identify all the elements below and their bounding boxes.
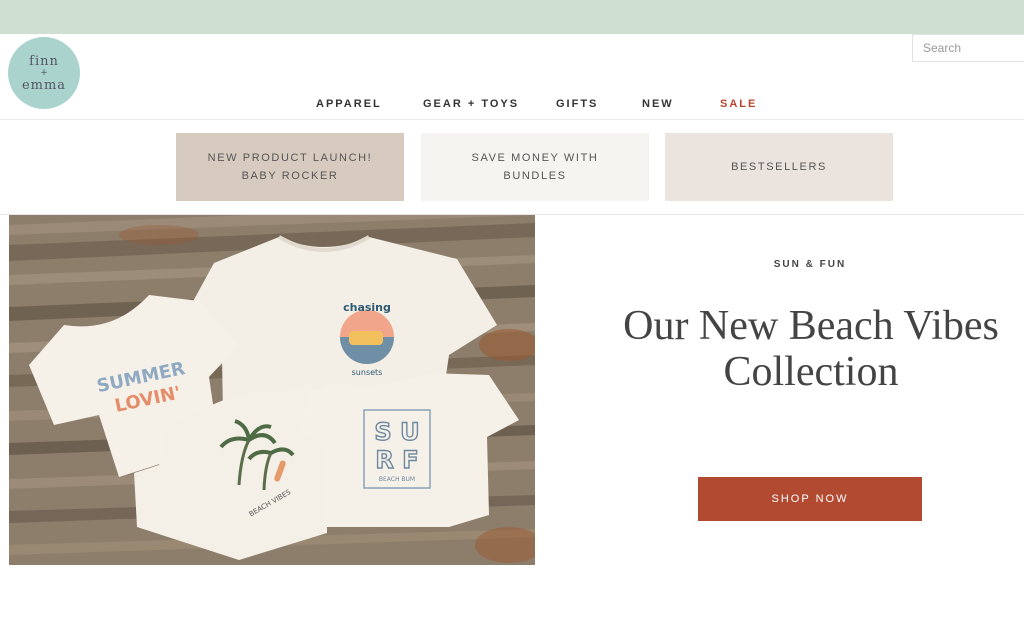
shirt-print-text: BEACH BUM [379, 476, 415, 483]
promo-line: BUNDLES [503, 170, 567, 182]
nav-item-gifts[interactable]: GIFTS [556, 98, 598, 110]
shop-now-button[interactable]: SHOP NOW [698, 477, 922, 521]
nav-item-apparel[interactable]: APPAREL [316, 98, 382, 110]
nav-item-sale[interactable]: SALE [720, 98, 757, 110]
logo-text-emma: emma [21, 77, 67, 93]
hero-headline-line: Our New Beach Vibes [623, 303, 999, 349]
promo-line: BESTSELLERS [731, 161, 827, 173]
logo-text-plus: + [40, 67, 48, 78]
shirt-print-text: chasing [343, 301, 391, 314]
shirt-print-text: S U [374, 418, 419, 446]
hero-image: chasing sunsets SUMMER LOVIN' BEACH VIBE… [9, 215, 535, 565]
hero-headline-line: Collection [723, 349, 899, 395]
shirt-print-text: sunsets [352, 368, 383, 377]
header-divider [0, 119, 1024, 120]
promo-tile-text: SAVE MONEY WITH BUNDLES [472, 149, 599, 185]
promo-tile-bestsellers[interactable]: BESTSELLERS [665, 133, 893, 201]
promo-tile-text: NEW PRODUCT LAUNCH! BABY ROCKER [208, 149, 373, 185]
search-input[interactable] [912, 34, 1024, 62]
promo-line: SAVE MONEY WITH [471, 152, 599, 164]
nav-item-gear-toys[interactable]: GEAR + TOYS [423, 98, 519, 110]
hero-eyebrow: SUN & FUN [773, 259, 847, 270]
promo-line: NEW PRODUCT LAUNCH! [207, 152, 373, 164]
main-nav: APPAREL GEAR + TOYS GIFTS NEW SALE [0, 98, 1024, 116]
promo-tile-bundles[interactable]: SAVE MONEY WITH BUNDLES [421, 133, 649, 201]
promo-tile-baby-rocker[interactable]: NEW PRODUCT LAUNCH! BABY ROCKER [176, 133, 404, 201]
hero-headline: Our New Beach Vibes Collection [598, 303, 1024, 395]
announcement-bar [0, 0, 1024, 34]
promo-line: BABY ROCKER [241, 170, 339, 182]
logo-text-finn: finn [29, 53, 59, 69]
shirt-print-text: R F [375, 446, 418, 474]
nav-item-new[interactable]: NEW [642, 98, 674, 110]
shirt-surf: S U R F BEACH BUM [301, 373, 519, 527]
